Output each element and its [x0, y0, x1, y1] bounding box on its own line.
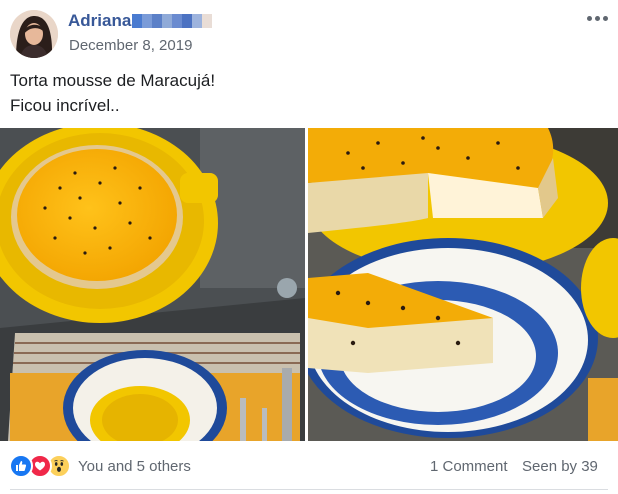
- seen-by-count[interactable]: Seen by 39: [522, 458, 598, 475]
- author-name-link[interactable]: Adriana: [68, 11, 131, 31]
- post-text-line: Ficou incrível..: [10, 96, 120, 115]
- author-row: Adriana: [68, 10, 213, 32]
- post-timestamp[interactable]: December 8, 2019: [69, 37, 192, 54]
- avatar-image: [10, 10, 58, 58]
- reactions-count-text[interactable]: You and 5 others: [78, 458, 191, 475]
- more-dot: [594, 15, 600, 21]
- post-photo-2[interactable]: [308, 128, 618, 441]
- name-redaction-bar: [132, 14, 213, 28]
- post-text: Torta mousse de Maracujá! Ficou incrível…: [10, 68, 215, 118]
- more-dots-icon: [586, 15, 592, 21]
- post-photo-1[interactable]: [0, 128, 305, 441]
- reactions-summary[interactable]: You and 5 others: [9, 454, 191, 478]
- footer-divider: [10, 489, 608, 490]
- more-options-button[interactable]: [584, 8, 610, 28]
- author-avatar[interactable]: [10, 10, 58, 58]
- like-icon: [9, 454, 33, 478]
- passion-fruit-tart-photo: [0, 128, 305, 441]
- comments-count-link[interactable]: 1 Comment: [430, 458, 508, 475]
- more-dot: [602, 15, 608, 21]
- tart-slice-photo: [308, 128, 618, 441]
- feed-post: Adriana December 8, 2019 Torta mousse de…: [0, 0, 618, 494]
- post-text-line: Torta mousse de Maracujá!: [10, 71, 216, 90]
